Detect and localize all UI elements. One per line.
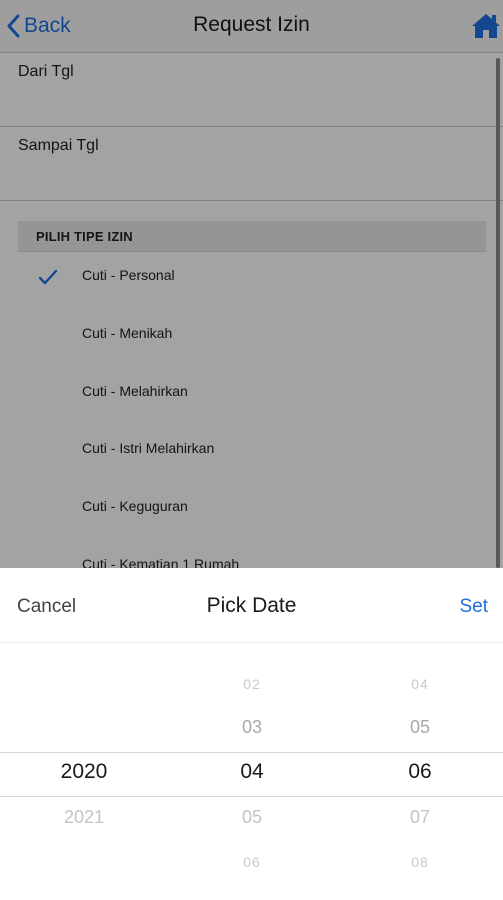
wheel-item[interactable]: 2021 bbox=[0, 807, 168, 828]
wheel-item-selected[interactable]: 06 bbox=[336, 760, 503, 784]
year-wheel[interactable]: 2020 2021 bbox=[0, 642, 168, 900]
date-picker-sheet: Cancel Pick Date Set 2020 2021 02 03 04 … bbox=[0, 568, 503, 900]
wheel-item[interactable]: 05 bbox=[336, 717, 503, 738]
wheel-item[interactable]: 04 bbox=[336, 676, 503, 692]
month-wheel[interactable]: 02 03 04 05 06 bbox=[168, 642, 336, 900]
picker-title: Pick Date bbox=[206, 594, 297, 617]
wheel-item[interactable]: 02 bbox=[168, 676, 336, 692]
wheel-item[interactable]: 05 bbox=[168, 807, 336, 828]
picker-toolbar: Cancel Pick Date Set bbox=[0, 568, 503, 643]
modal-overlay[interactable] bbox=[0, 0, 503, 568]
wheel-item[interactable]: 07 bbox=[336, 807, 503, 828]
wheel-item-selected[interactable]: 04 bbox=[168, 760, 336, 784]
wheel-item-selected[interactable]: 2020 bbox=[0, 760, 168, 784]
wheel-item[interactable]: 03 bbox=[168, 717, 336, 738]
date-wheels: 2020 2021 02 03 04 05 06 04 05 06 07 08 bbox=[0, 642, 503, 900]
wheel-item[interactable]: 08 bbox=[336, 854, 503, 870]
day-wheel[interactable]: 04 05 06 07 08 bbox=[336, 642, 503, 900]
set-button[interactable]: Set bbox=[459, 596, 488, 618]
wheel-item[interactable]: 06 bbox=[168, 854, 336, 870]
